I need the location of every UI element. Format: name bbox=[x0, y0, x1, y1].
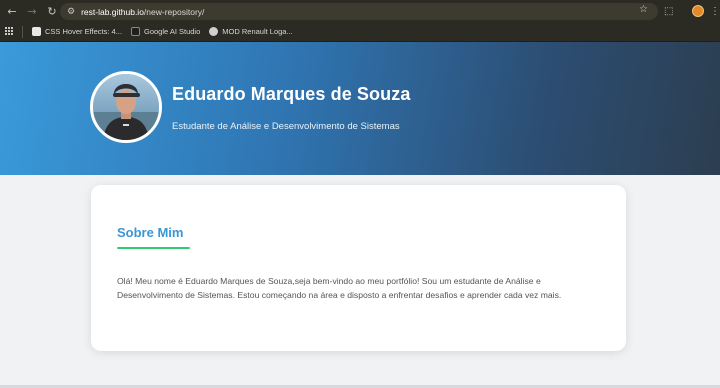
extensions-icon[interactable]: ⬚ bbox=[664, 0, 673, 22]
back-icon[interactable]: ← bbox=[2, 0, 22, 22]
reload-icon[interactable]: ↻ bbox=[42, 0, 62, 22]
bookmark-label: Google AI Studio bbox=[143, 27, 201, 36]
forward-icon[interactable]: → bbox=[22, 0, 42, 22]
renault-favicon-icon bbox=[209, 27, 219, 36]
bookmark-label: CSS Hover Effects: 4... bbox=[45, 27, 122, 36]
apps-grid-icon[interactable] bbox=[5, 27, 14, 36]
about-title: Sobre Mim bbox=[117, 225, 184, 240]
about-text: Olá! Meu nome é Eduardo Marques de Souza… bbox=[117, 276, 562, 300]
browser-toolbar: ← → ↻ ⚙ rest-lab.github.io/new-repositor… bbox=[0, 0, 720, 22]
bookmark-css-hover[interactable]: CSS Hover Effects: 4... bbox=[32, 27, 122, 36]
url-text[interactable]: rest-lab.github.io/new-repository/ bbox=[81, 7, 204, 17]
bookmark-label: MOD Renault Loga... bbox=[222, 27, 293, 36]
person-photo-icon bbox=[93, 74, 159, 140]
site-info-icon[interactable]: ⚙ bbox=[67, 7, 75, 17]
profile-photo bbox=[90, 71, 162, 143]
profile-role: Estudante de Análise e Desenvolvimento d… bbox=[172, 121, 400, 132]
url-path: /new-repository/ bbox=[143, 6, 205, 17]
profile-avatar-icon[interactable] bbox=[692, 5, 704, 17]
title-underline bbox=[117, 247, 190, 249]
about-card: Sobre Mim Olá! Meu nome é Eduardo Marque… bbox=[91, 185, 626, 351]
profile-name: Eduardo Marques de Souza bbox=[172, 84, 411, 104]
ai-studio-favicon-icon bbox=[130, 27, 140, 36]
bookmark-google-ai-studio[interactable]: Google AI Studio bbox=[130, 27, 201, 36]
menu-icon[interactable]: ⋮ bbox=[710, 0, 720, 22]
css-favicon-icon bbox=[32, 27, 41, 36]
url-host: rest-lab.github.io bbox=[81, 6, 144, 17]
bookmarks-bar: CSS Hover Effects: 4... Google AI Studio… bbox=[0, 22, 720, 42]
bookmark-star-icon[interactable]: ☆ bbox=[639, 4, 648, 15]
profile-header: Eduardo Marques de Souza Estudante de An… bbox=[0, 42, 720, 175]
bookmarks-divider bbox=[22, 25, 23, 38]
address-bar[interactable]: ⚙ rest-lab.github.io/new-repository/ ☆ bbox=[60, 3, 658, 20]
bookmark-mod-renault[interactable]: MOD Renault Loga... bbox=[209, 27, 293, 36]
